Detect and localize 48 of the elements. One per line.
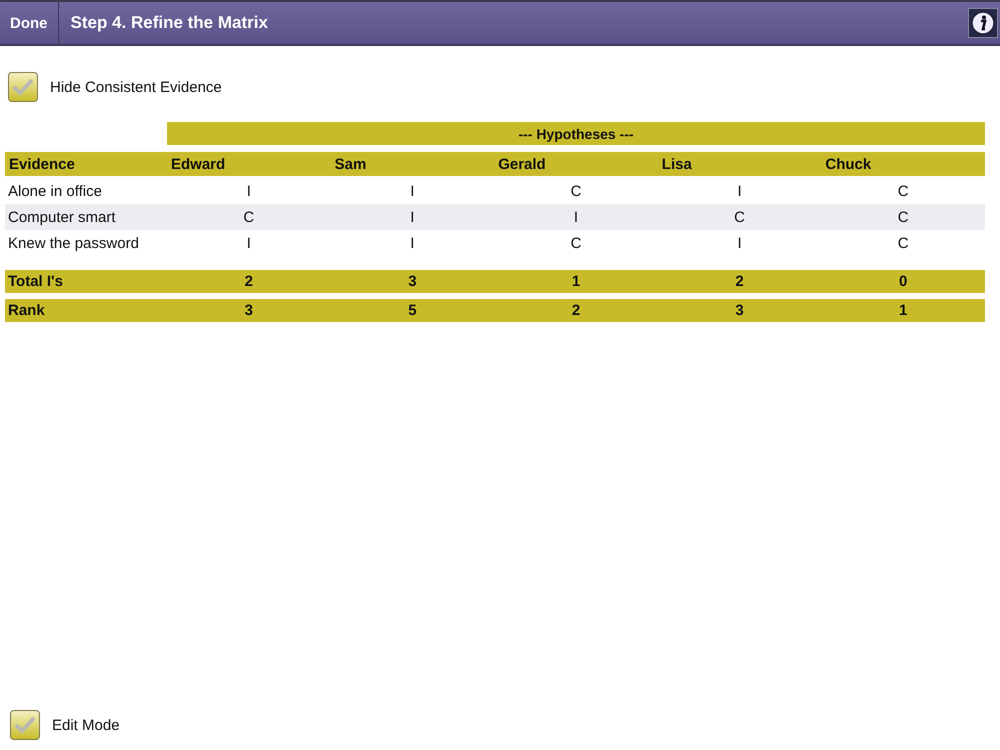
table-cell-text: I bbox=[409, 234, 416, 252]
summary-label: Total I's bbox=[7, 273, 64, 290]
table-cell-text: I bbox=[409, 182, 416, 200]
summary-cell-text: 5 bbox=[407, 302, 418, 319]
checkbox[interactable] bbox=[8, 72, 38, 102]
info-button[interactable] bbox=[968, 8, 998, 38]
summary-label: Rank bbox=[7, 302, 46, 319]
evidence-row[interactable]: Computer smart C I I C C bbox=[5, 204, 985, 230]
summary-cell-text: 1 bbox=[570, 273, 582, 290]
hypotheses-heading: --- Hypotheses --- bbox=[167, 122, 985, 145]
table-cell-text: C bbox=[896, 182, 910, 200]
table-cell-text: I bbox=[572, 208, 580, 226]
checkbox-label: Edit Mode bbox=[52, 716, 120, 734]
table-cell-text: I bbox=[736, 234, 743, 252]
column-header: Chuck bbox=[824, 156, 872, 172]
table-cell-text: C bbox=[896, 208, 910, 226]
summary-cell-text: 2 bbox=[570, 302, 582, 319]
column-header: Edward bbox=[170, 156, 226, 172]
evidence-cell-text: Alone in office bbox=[7, 182, 103, 200]
summary-cell-text: 3 bbox=[244, 302, 254, 319]
summary-cell-text: 2 bbox=[244, 273, 254, 290]
checkbox-label: Hide Consistent Evidence bbox=[50, 78, 222, 96]
summary-cell-text: 3 bbox=[407, 273, 418, 290]
summary-cell-text: 1 bbox=[898, 302, 908, 319]
table-cell-text: I bbox=[246, 182, 252, 200]
table-cell-text: I bbox=[736, 182, 743, 200]
table-cell-text: C bbox=[896, 234, 910, 252]
evidence-cell-text: Computer smart bbox=[7, 208, 117, 226]
evidence-row[interactable]: Knew the password I I C I C bbox=[5, 230, 985, 256]
checkbox[interactable] bbox=[10, 710, 40, 740]
table-cell-text: I bbox=[409, 208, 416, 226]
screen-title: Step 4. Refine the Matrix bbox=[70, 13, 269, 33]
column-header: Sam bbox=[334, 156, 368, 172]
column-header: Lisa bbox=[660, 156, 693, 172]
evidence-row[interactable]: Alone in office I I C I C bbox=[5, 178, 985, 204]
table-cell-text: C bbox=[242, 208, 256, 226]
column-header: Evidence bbox=[8, 156, 76, 172]
table-cell-text: C bbox=[570, 182, 582, 200]
summary-cell-text: 3 bbox=[734, 302, 745, 319]
table-cell-text: C bbox=[570, 234, 582, 252]
summary-cell-text: 2 bbox=[734, 273, 745, 290]
info-icon bbox=[971, 11, 995, 35]
done-button[interactable]: Done bbox=[0, 2, 58, 44]
table-cell-text: I bbox=[246, 234, 252, 252]
table-cell-text: C bbox=[733, 208, 746, 226]
summary-cell-text: 0 bbox=[898, 273, 908, 290]
evidence-cell-text: Knew the password bbox=[7, 234, 140, 252]
column-header: Gerald bbox=[497, 156, 547, 172]
